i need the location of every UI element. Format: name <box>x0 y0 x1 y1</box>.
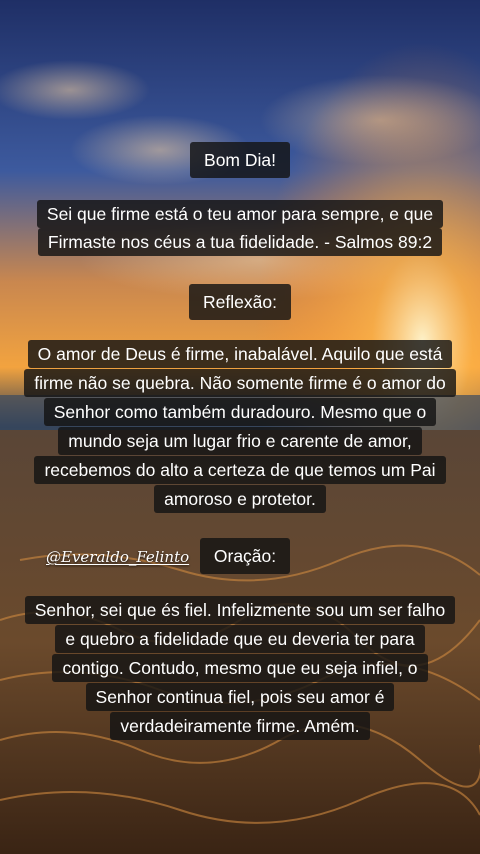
prayer-line-4: Senhor continua fiel, pois seu amor é <box>0 683 480 711</box>
prayer-heading: Oração: <box>10 538 480 574</box>
reflection-line-3: Senhor como também duradouro. Mesmo que … <box>0 398 480 426</box>
reflection-line-4: mundo seja um lugar frio e carente de am… <box>0 427 480 455</box>
reflection-title: Reflexão: <box>189 284 291 320</box>
reflection-line-1: O amor de Deus é firme, inabalável. Aqui… <box>0 340 480 368</box>
reflection-line-2: firme não se quebra. Não somente firme é… <box>0 369 480 397</box>
greeting-text: Bom Dia! <box>190 142 290 178</box>
prayer-line-3: contigo. Contudo, mesmo que eu seja infi… <box>0 654 480 682</box>
prayer-line-2: e quebro a fidelidade que eu deveria ter… <box>0 625 480 653</box>
greeting-heading: Bom Dia! <box>0 142 480 178</box>
reflection-heading: Reflexão: <box>0 284 480 320</box>
prayer-title: Oração: <box>199 538 291 574</box>
verse-line-1: Sei que firme está o teu amor para sempr… <box>0 200 480 228</box>
prayer-line-5: verdadeiramente firme. Amém. <box>0 712 480 740</box>
verse-line-2: Firmaste nos céus a tua fidelidade. - Sa… <box>0 228 480 256</box>
prayer-line-1: Senhor, sei que és fiel. Infelizmente so… <box>0 596 480 624</box>
reflection-line-5: recebemos do alto a certeza de que temos… <box>0 456 480 484</box>
reflection-line-6: amoroso e protetor. <box>0 485 480 513</box>
